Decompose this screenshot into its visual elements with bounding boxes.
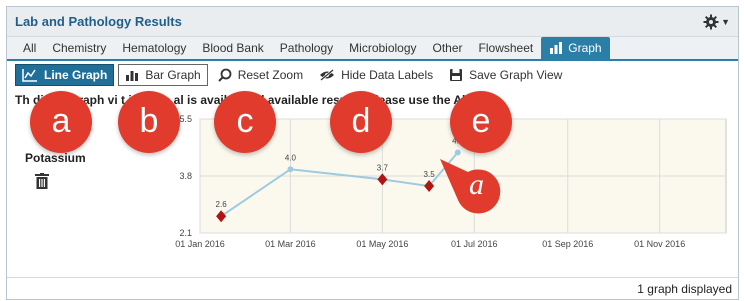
settings-menu-button[interactable]: ▼ (703, 14, 730, 30)
x-tick-label: 01 Jul 2016 (451, 239, 498, 249)
annotation-callout: a (438, 156, 518, 214)
x-tick-label: 01 Jan 2016 (175, 239, 225, 249)
reset-zoom-button[interactable]: Reset Zoom (212, 65, 309, 85)
zoom-icon (217, 68, 232, 82)
x-tick-label: 01 Sep 2016 (542, 239, 593, 249)
data-label: 3.5 (424, 170, 436, 179)
tab-chemistry[interactable]: Chemistry (44, 37, 114, 59)
line-graph-label: Line Graph (44, 68, 108, 82)
data-label: 4.0 (285, 153, 297, 162)
result-tabs: All Chemistry Hematology Blood Bank Path… (7, 37, 738, 61)
annotation-badge-b: b (118, 91, 180, 153)
bar-chart-icon (550, 42, 563, 54)
chevron-down-icon: ▼ (721, 16, 730, 27)
save-graph-view-button[interactable]: Save Graph View (443, 65, 568, 85)
window-title: Lab and Pathology Results (15, 14, 182, 29)
x-tick-label: 01 May 2016 (356, 239, 408, 249)
tab-graph[interactable]: Graph (541, 37, 610, 59)
data-label: 3.7 (377, 163, 389, 172)
tab-hematology[interactable]: Hematology (114, 37, 194, 59)
results-window: Lab and Pathology Results ▼ All Chemistr… (6, 6, 739, 300)
bar-graph-label: Bar Graph (145, 68, 201, 82)
data-point (287, 166, 294, 173)
bar-chart-icon (126, 71, 139, 81)
tab-pathology[interactable]: Pathology (272, 37, 341, 59)
tab-flowsheet[interactable]: Flowsheet (471, 37, 542, 59)
line-graph-button[interactable]: Line Graph (15, 64, 115, 86)
hide-data-labels-button[interactable]: Hide Data Labels (313, 65, 439, 85)
tab-all[interactable]: All (15, 37, 44, 59)
annotation-badge-d: d (330, 91, 392, 153)
hide-data-labels-label: Hide Data Labels (341, 68, 434, 82)
y-tick-label: 3.8 (179, 171, 192, 181)
data-label: 2.6 (216, 200, 228, 209)
tab-blood-bank[interactable]: Blood Bank (194, 37, 271, 59)
status-footer: 1 graph displayed (7, 277, 738, 299)
gear-icon (703, 14, 719, 29)
y-tick-label: 2.1 (179, 228, 192, 238)
line-chart-icon (22, 69, 37, 82)
y-tick-label: 5.5 (179, 114, 192, 124)
reset-zoom-label: Reset Zoom (237, 68, 304, 82)
callout-label: a (469, 168, 484, 201)
tab-other[interactable]: Other (425, 37, 471, 59)
save-icon (450, 69, 463, 81)
save-graph-view-label: Save Graph View (469, 68, 563, 82)
tab-graph-label: Graph (568, 41, 602, 55)
title-bar: Lab and Pathology Results ▼ (7, 7, 738, 37)
tab-microbiology[interactable]: Microbiology (341, 37, 424, 59)
annotation-badge-e: e (450, 91, 512, 153)
annotation-badge-c: c (214, 91, 276, 153)
bar-graph-button[interactable]: Bar Graph (118, 64, 208, 86)
annotation-badge-a: a (30, 91, 92, 153)
data-point (454, 149, 461, 156)
graph-toolbar: Line Graph Bar Graph Reset Zoom Hide Dat… (7, 61, 738, 89)
x-tick-label: 01 Nov 2016 (634, 239, 685, 249)
x-tick-label: 01 Mar 2016 (265, 239, 316, 249)
eye-slash-icon (320, 69, 335, 81)
